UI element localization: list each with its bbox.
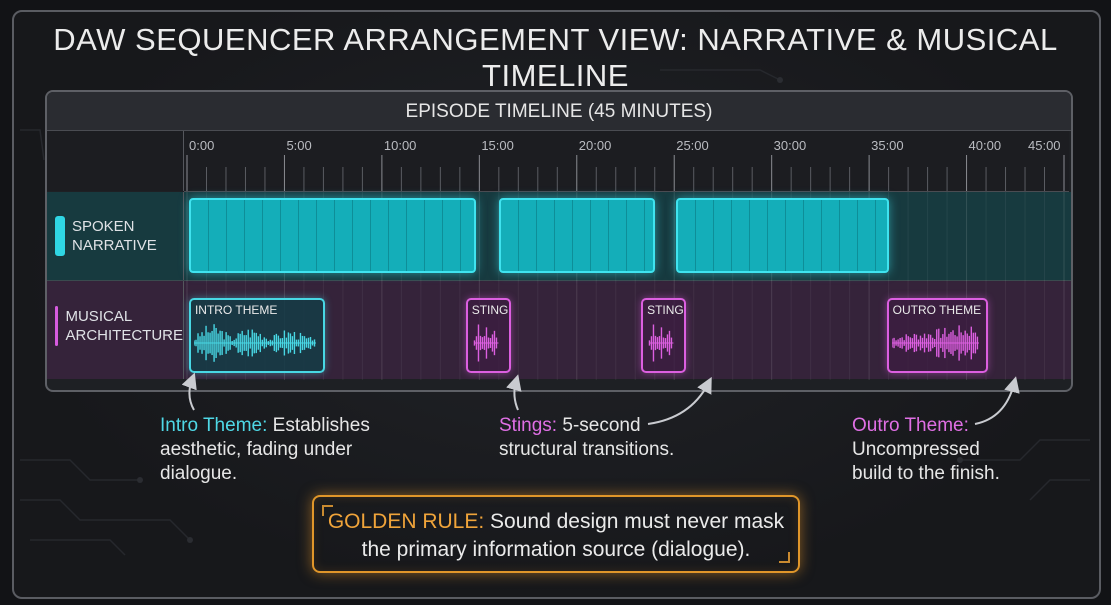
intro-annotation-key: Intro Theme: (160, 415, 268, 436)
ruler-tick-label: 20:00 (578, 138, 612, 153)
music-label-line2: ARCHITECTURE (65, 327, 183, 344)
ruler-tick-label: 25:00 (676, 138, 709, 153)
waveform (648, 324, 674, 362)
narrative-clip[interactable] (188, 198, 476, 273)
music-clip-outro-theme[interactable]: OUTRO THEME (886, 298, 989, 373)
time-ruler: 0:00 5:00 10:00 15:00 20:00 25:00 30:00 35:00 40… (184, 131, 1069, 192)
music-clip-label: INTRO THEME (194, 303, 278, 317)
track-label-narrative: SPOKEN NARRATIVE (55, 216, 183, 256)
ruler-tick-label: 30:00 (773, 138, 807, 153)
narrative-clip[interactable] (498, 198, 655, 273)
music-clip-label: STING (471, 303, 509, 317)
ruler-tick-label: 0:00 (189, 138, 215, 153)
waveform (193, 324, 317, 362)
ruler-tick-label: 35:00 (871, 138, 904, 153)
timeline-panel: EPISODE TIMELINE (45 MINUTES) 0:00 5:00 10… (45, 90, 1073, 392)
narrative-clip[interactable] (676, 198, 889, 273)
outro-annotation-key: Outro Theme: (852, 415, 969, 436)
outro-annotation: Outro Theme: Uncompressed build to the f… (852, 415, 1000, 484)
narrative-label-line1: SPOKEN (72, 218, 135, 235)
ruler-tick-label: 10:00 (383, 138, 417, 153)
music-clip-sting[interactable]: STING (641, 298, 686, 373)
ruler-corner (47, 131, 184, 191)
music-clip-intro-theme[interactable]: INTRO THEME (188, 298, 326, 373)
golden-rule-box: GOLDEN RULE: Sound design must never mas… (312, 495, 800, 573)
music-clip-label: OUTRO THEME (892, 303, 982, 317)
stings-annotation: Stings: 5-second structural transitions. (499, 415, 675, 460)
ruler-tick-label: 40:00 (968, 138, 1002, 153)
intro-annotation: Intro Theme: Establishes aesthetic, fadi… (160, 415, 370, 484)
stings-annotation-key: Stings: (499, 415, 558, 436)
timeline-header: EPISODE TIMELINE (45 MINUTES) (47, 92, 1071, 131)
narrative-label-line2: NARRATIVE (72, 237, 157, 254)
waveform (473, 324, 499, 362)
ruler-tick-label: 45:00 (1028, 138, 1061, 153)
page-title: DAW SEQUENCER ARRANGEMENT VIEW: NARRATIV… (53, 22, 1058, 93)
ruler-tick-label: 15:00 (481, 138, 514, 153)
music-clip-sting[interactable]: STING (465, 298, 511, 373)
music-color-chip (55, 306, 59, 346)
track-label-music: MUSICAL ARCHITECTURE (55, 306, 183, 346)
ruler-tick-label: 5:00 (286, 138, 312, 153)
music-label-line1: MUSICAL (65, 308, 133, 325)
music-clip-label: STING (647, 303, 684, 317)
ruler-ticks (186, 155, 1065, 191)
waveform (891, 325, 980, 361)
narrative-color-chip (55, 216, 65, 256)
golden-rule-key: GOLDEN RULE: (327, 510, 485, 533)
